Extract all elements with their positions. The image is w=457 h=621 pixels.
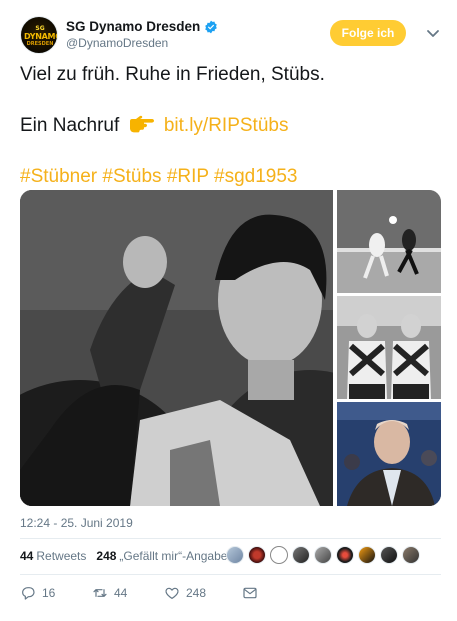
hashtags: #Stübner #Stübs #RIP #sgd1953	[20, 164, 440, 190]
tweet-line-2-text: Ein Nachruf	[20, 115, 120, 136]
reply-button[interactable]: 16	[20, 585, 56, 601]
divider	[20, 538, 441, 539]
direct-message-button[interactable]	[242, 585, 258, 601]
display-name-text: SG Dynamo Dresden	[66, 19, 201, 34]
photo-match-scene[interactable]	[337, 190, 441, 293]
avatar-text-3: DRESDEN	[26, 41, 54, 47]
stats: 44 Retweets 248 „Gefällt mir“-Angaben	[20, 549, 234, 563]
retweet-count: 44	[114, 586, 128, 600]
liker-avatars	[226, 546, 420, 564]
liker-avatar[interactable]	[336, 546, 354, 564]
photo-two-players[interactable]	[337, 296, 441, 399]
heart-icon	[165, 587, 179, 599]
media-grid	[20, 190, 441, 506]
retweet-button[interactable]: 44	[92, 585, 128, 601]
tweet-link[interactable]: bit.ly/RIPStübs	[164, 115, 289, 136]
retweets-count: 44	[20, 549, 34, 563]
match-image	[337, 190, 441, 293]
reply-count: 16	[42, 586, 56, 600]
portrait-image	[20, 190, 333, 506]
like-count: 248	[186, 586, 207, 600]
players-image	[337, 296, 441, 399]
photo-stadium-man[interactable]	[337, 402, 441, 506]
liker-avatar[interactable]	[226, 546, 244, 564]
liker-avatar[interactable]	[358, 546, 376, 564]
envelope-icon	[243, 587, 257, 599]
reply-icon	[22, 587, 35, 600]
pointing-right-icon	[129, 115, 154, 133]
retweets-label: Retweets	[36, 549, 87, 563]
display-name[interactable]: SG Dynamo Dresden	[66, 19, 218, 34]
retweet-icon	[93, 589, 107, 597]
timestamp[interactable]: 12:24 - 25. Juni 2019	[20, 516, 133, 530]
likes-stat[interactable]: 248 „Gefällt mir“-Angaben	[96, 549, 234, 563]
liker-avatar[interactable]	[270, 546, 288, 564]
hashtag-stuebs[interactable]: #Stübs	[102, 166, 161, 187]
liker-avatar[interactable]	[292, 546, 310, 564]
liker-avatar[interactable]	[248, 546, 266, 564]
hashtag-stuebner[interactable]: #Stübner	[20, 166, 97, 187]
retweets-stat[interactable]: 44 Retweets	[20, 549, 86, 563]
hashtag-sgd1953[interactable]: #sgd1953	[214, 166, 297, 187]
chevron-down-icon[interactable]	[426, 26, 440, 40]
action-bar: 16 44 248	[20, 585, 294, 601]
stadium-image	[337, 402, 441, 506]
photo-main[interactable]	[20, 190, 333, 506]
likes-count: 248	[96, 549, 117, 563]
handle[interactable]: @DynamoDresden	[66, 36, 218, 50]
liker-avatar[interactable]	[380, 546, 398, 564]
following-button[interactable]: Folge ich	[330, 20, 406, 46]
tweet-line-1: Viel zu früh. Ruhe in Frieden, Stübs.	[20, 64, 325, 85]
author-block[interactable]: SG Dynamo Dresden @DynamoDresden	[66, 19, 218, 50]
liker-avatar[interactable]	[402, 546, 420, 564]
avatar-text-2: DYNAMO	[24, 32, 58, 41]
divider	[20, 574, 441, 575]
tweet-line-2: Ein Nachruf bit.ly/RIPStübs	[20, 113, 440, 139]
like-button[interactable]: 248	[164, 585, 206, 601]
tweet-header: SG DYNAMO DRESDEN SG Dynamo Dresden @Dyn…	[20, 16, 444, 56]
verified-badge-icon	[205, 20, 218, 33]
liker-avatar[interactable]	[314, 546, 332, 564]
hashtag-rip[interactable]: #RIP	[167, 166, 209, 187]
likes-label: „Gefällt mir“-Angaben	[119, 549, 235, 563]
avatar[interactable]: SG DYNAMO DRESDEN	[20, 16, 58, 54]
